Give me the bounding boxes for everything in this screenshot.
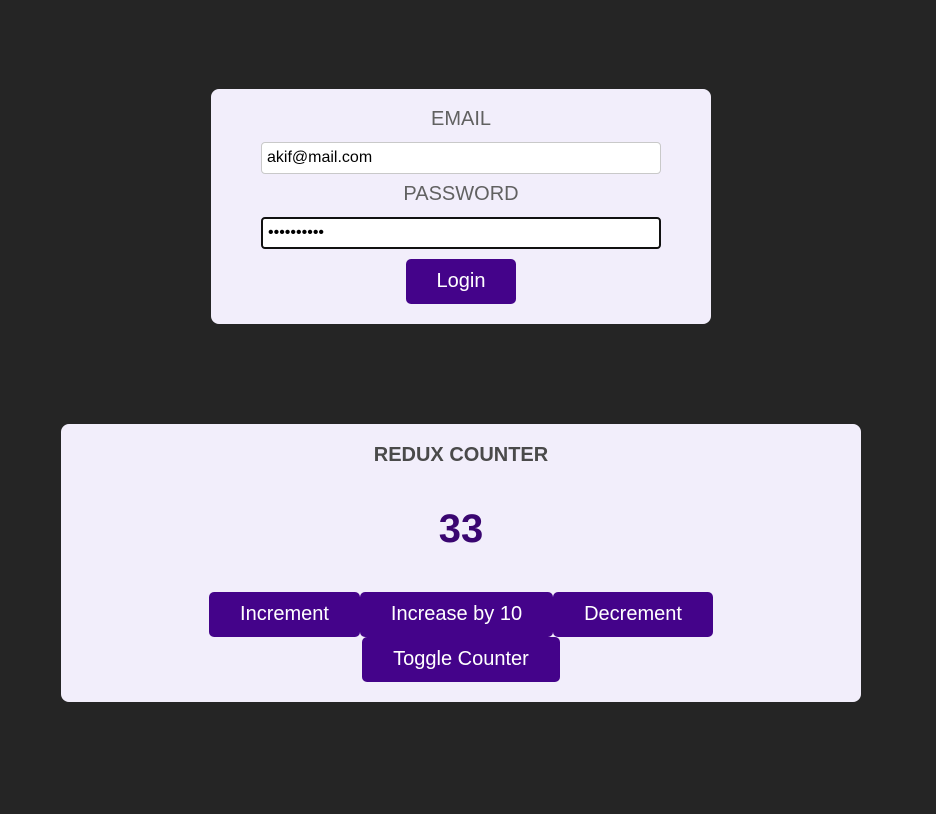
decrement-button[interactable]: Decrement (553, 592, 713, 637)
email-input[interactable] (261, 142, 661, 174)
password-input[interactable] (261, 217, 661, 249)
increment-button[interactable]: Increment (209, 592, 360, 637)
counter-value: 33 (438, 507, 484, 551)
login-button[interactable]: Login (406, 259, 516, 304)
counter-card: REDUX COUNTER 33 Increment Increase by 1… (61, 424, 861, 702)
toggle-counter-button[interactable]: Toggle Counter (362, 637, 560, 682)
login-card: EMAIL PASSWORD Login (211, 89, 711, 324)
counter-title: REDUX COUNTER (373, 444, 549, 466)
email-label: EMAIL (430, 108, 492, 130)
increase-by-10-button[interactable]: Increase by 10 (360, 592, 553, 637)
password-label: PASSWORD (403, 183, 519, 205)
